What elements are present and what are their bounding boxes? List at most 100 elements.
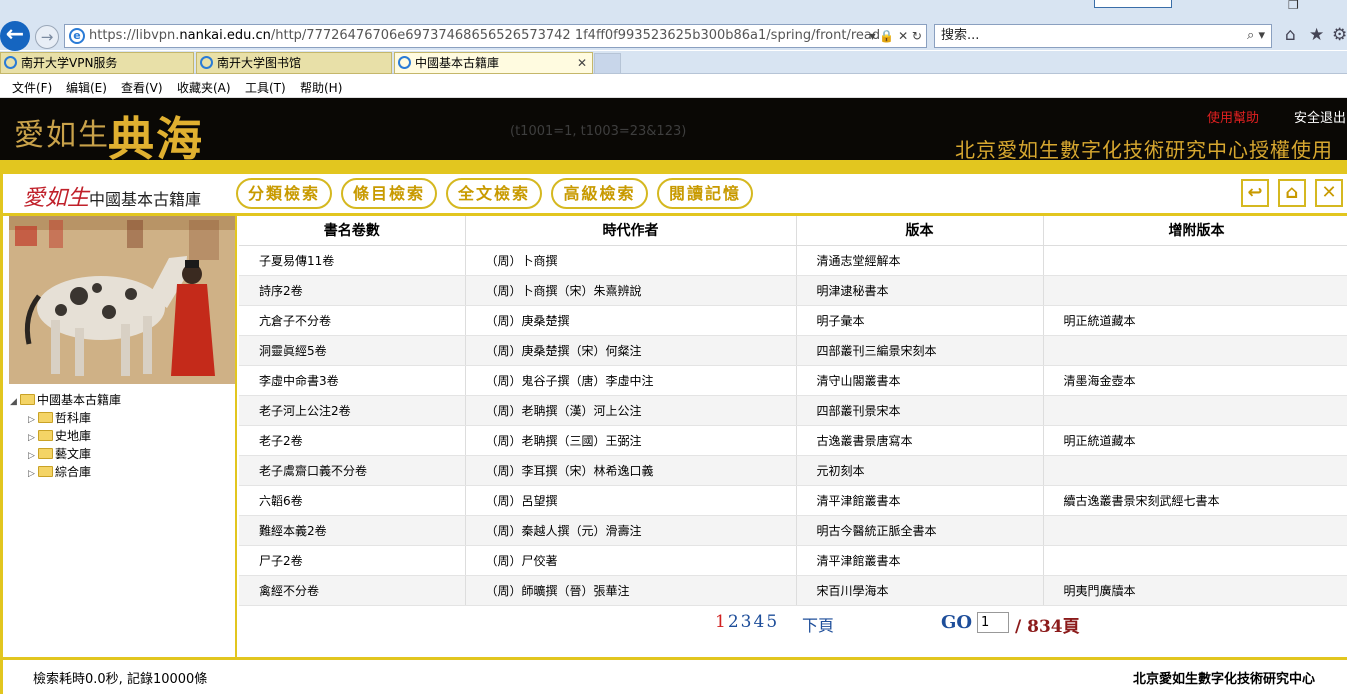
table-row[interactable]: 詩序2卷 （周）卜商撰（宋）朱熹辨說 明津逮秘書本 (239, 275, 1347, 306)
cell-title[interactable]: 禽經不分卷 (239, 575, 466, 606)
table-row[interactable]: 洞靈眞經5卷 （周）庚桑楚撰（宋）何粲注 四部叢刊三編景宋刻本 (239, 335, 1347, 366)
address-bar[interactable]: e https://libvpn.nankai.edu.cn/http/77726… (64, 24, 927, 48)
cell-edition: 明古今醫統正脈全書本 (796, 515, 1044, 546)
cell-edition: 四部叢刊三編景宋刻本 (796, 335, 1044, 366)
restore-window-icon[interactable]: ❐ (1288, 0, 1299, 12)
table-row[interactable]: 子夏易傳11卷 （周）卜商撰 清通志堂經解本 (239, 245, 1347, 276)
logo-script: 愛如生 (14, 118, 110, 153)
back-arrow-icon[interactable]: ← (0, 21, 30, 51)
next-page-link[interactable]: 下頁 (802, 612, 834, 636)
table-row[interactable]: 老子2卷 （周）老聃撰（三國）王弼注 古逸叢書景唐寫本 明正統道藏本 (239, 425, 1347, 456)
address-controls[interactable]: ▾ 🔒 ✕ ↻ (869, 25, 922, 47)
page-link[interactable]: 1 (715, 612, 726, 632)
cell-extra-edition: 明夷門廣牘本 (1043, 575, 1347, 606)
cell-edition: 元初刻本 (796, 455, 1044, 486)
tree-item-label: 史地庫 (55, 429, 92, 443)
cell-title[interactable]: 尸子2卷 (239, 545, 466, 576)
advanced-search-button[interactable]: 高級檢索 (551, 178, 648, 209)
tree-item-yiwen[interactable]: ▷ 藝文庫 (10, 445, 121, 463)
search-icon[interactable]: ⌕ ▾ (1247, 25, 1265, 47)
table-row[interactable]: 禽經不分卷 （周）師曠撰（晉）張華注 宋百川學海本 明夷門廣牘本 (239, 575, 1347, 606)
header-title: 書名卷數 (239, 216, 466, 246)
tab-library[interactable]: 南开大学图书馆 (196, 52, 392, 74)
table-row[interactable]: 老子河上公注2卷 （周）老聃撰（漢）河上公注 四部叢刊景宋本 (239, 395, 1347, 426)
table-row[interactable]: 難經本義2卷 （周）秦越人撰（元）滑壽注 明古今醫統正脈全書本 (239, 515, 1347, 546)
cell-author: （周）庚桑楚撰 (465, 305, 797, 336)
tree-item-zheke[interactable]: ▷ 哲科庫 (10, 409, 121, 427)
reading-memory-button[interactable]: 閱讀記憶 (657, 178, 753, 209)
page-link[interactable]: 4 (753, 612, 764, 632)
close-tab-icon[interactable]: ✕ (577, 53, 587, 73)
table-row[interactable]: 李虛中命書3卷 （周）鬼谷子撰（唐）李虛中注 清守山閣叢書本 清墨海金壺本 (239, 365, 1347, 396)
header-extra-edition: 增附版本 (1043, 216, 1347, 246)
logout-link[interactable]: 安全退出 (1294, 107, 1346, 126)
table-row[interactable]: 亢倉子不分卷 （周）庚桑楚撰 明子彙本 明正統道藏本 (239, 305, 1347, 336)
gear-icon[interactable]: ⚙ (1332, 25, 1347, 45)
favorites-star-icon[interactable]: ★ (1309, 25, 1324, 45)
folder-icon (38, 412, 53, 423)
search-placeholder: 搜索... (941, 28, 980, 43)
menu-view[interactable]: 查看(V) (121, 79, 163, 96)
cell-title[interactable]: 難經本義2卷 (239, 515, 466, 546)
menu-tools[interactable]: 工具(T) (245, 79, 286, 96)
cell-title[interactable]: 詩序2卷 (239, 275, 466, 306)
cell-title[interactable]: 老子2卷 (239, 425, 466, 456)
cell-title[interactable]: 亢倉子不分卷 (239, 305, 466, 336)
menu-favorites[interactable]: 收藏夹(A) (177, 79, 231, 96)
entry-search-button[interactable]: 條目檢索 (341, 178, 437, 209)
cell-author: （周）秦越人撰（元）滑壽注 (465, 515, 797, 546)
tab-vpn[interactable]: 南开大学VPN服务 (0, 52, 194, 74)
tree-item-shidi[interactable]: ▷ 史地庫 (10, 427, 121, 445)
search-status: 檢索耗時0.0秒, 記錄10000條 (33, 672, 208, 687)
cell-title[interactable]: 李虛中命書3卷 (239, 365, 466, 396)
menu-file[interactable]: 文件(F) (12, 79, 52, 96)
category-search-button[interactable]: 分類檢索 (236, 178, 332, 209)
cell-author: （周）師曠撰（晉）張華注 (465, 575, 797, 606)
table-row[interactable]: 尸子2卷 （周）尸佼著 清平津館叢書本 (239, 545, 1347, 576)
forward-arrow-icon[interactable]: → (35, 25, 59, 49)
table-row[interactable]: 老子鬳齋口義不分卷 （周）李耳撰（宋）林希逸口義 元初刻本 (239, 455, 1347, 486)
cell-title[interactable]: 洞靈眞經5卷 (239, 335, 466, 366)
tree-item-label: 藝文庫 (55, 447, 92, 461)
search-input[interactable]: 搜索... ⌕ ▾ (934, 24, 1272, 48)
cell-title[interactable]: 老子河上公注2卷 (239, 395, 466, 426)
table-row[interactable]: 六韜6卷 （周）呂望撰 清平津館叢書本 續古逸叢書景宋刻武經七書本 (239, 485, 1347, 516)
cell-author: （周）老聃撰（三國）王弼注 (465, 425, 797, 456)
cell-author: （周）卜商撰 (465, 245, 797, 276)
new-tab-button[interactable] (594, 53, 621, 74)
page-number-input[interactable]: 1 (977, 612, 1009, 633)
folder-icon (38, 430, 53, 441)
url-prefix: https://libvpn. (89, 28, 180, 43)
fulltext-search-button[interactable]: 全文檢索 (446, 178, 542, 209)
menu-help[interactable]: 帮助(H) (300, 79, 342, 96)
cell-title[interactable]: 子夏易傳11卷 (239, 245, 466, 276)
page-link[interactable]: 2 (728, 612, 739, 632)
home-icon[interactable]: ⌂ (1278, 179, 1306, 207)
window-slider[interactable] (1094, 0, 1172, 8)
cell-extra-edition: 續古逸叢書景宋刻武經七書本 (1043, 485, 1347, 516)
home-icon[interactable]: ⌂ (1285, 25, 1296, 45)
expanded-toggle-icon[interactable]: ◢ (10, 393, 20, 411)
cell-extra-edition (1043, 335, 1347, 366)
page-link[interactable]: 3 (741, 612, 752, 632)
cell-edition: 清平津館叢書本 (796, 545, 1044, 576)
tree-item-zonghe[interactable]: ▷ 綜合庫 (10, 463, 121, 481)
cell-title[interactable]: 老子鬳齋口義不分卷 (239, 455, 466, 486)
brand-logo: 愛如生中國基本古籍庫 (23, 180, 201, 212)
page-link[interactable]: 5 (766, 612, 777, 632)
tab-guji[interactable]: 中國基本古籍庫 ✕ (394, 52, 593, 74)
tree-root[interactable]: ◢ 中國基本古籍庫 (10, 391, 121, 409)
close-icon[interactable]: ✕ (1315, 179, 1343, 207)
return-icon[interactable]: ↩ (1241, 179, 1269, 207)
help-link[interactable]: 使用幫助 (1207, 107, 1259, 126)
cell-author: （周）鬼谷子撰（唐）李虛中注 (465, 365, 797, 396)
tab-label: 南开大学VPN服务 (21, 56, 118, 70)
menu-edit[interactable]: 编辑(E) (66, 79, 107, 96)
cell-title[interactable]: 六韜6卷 (239, 485, 466, 516)
url-path: /http/77726476706e69737468656526573742 1… (270, 28, 881, 43)
cell-author: （周）李耳撰（宋）林希逸口義 (465, 455, 797, 486)
go-button[interactable]: GO (941, 612, 972, 633)
header-edition: 版本 (796, 216, 1044, 246)
collapsed-toggle-icon[interactable]: ▷ (28, 465, 38, 483)
folder-icon (20, 394, 35, 405)
